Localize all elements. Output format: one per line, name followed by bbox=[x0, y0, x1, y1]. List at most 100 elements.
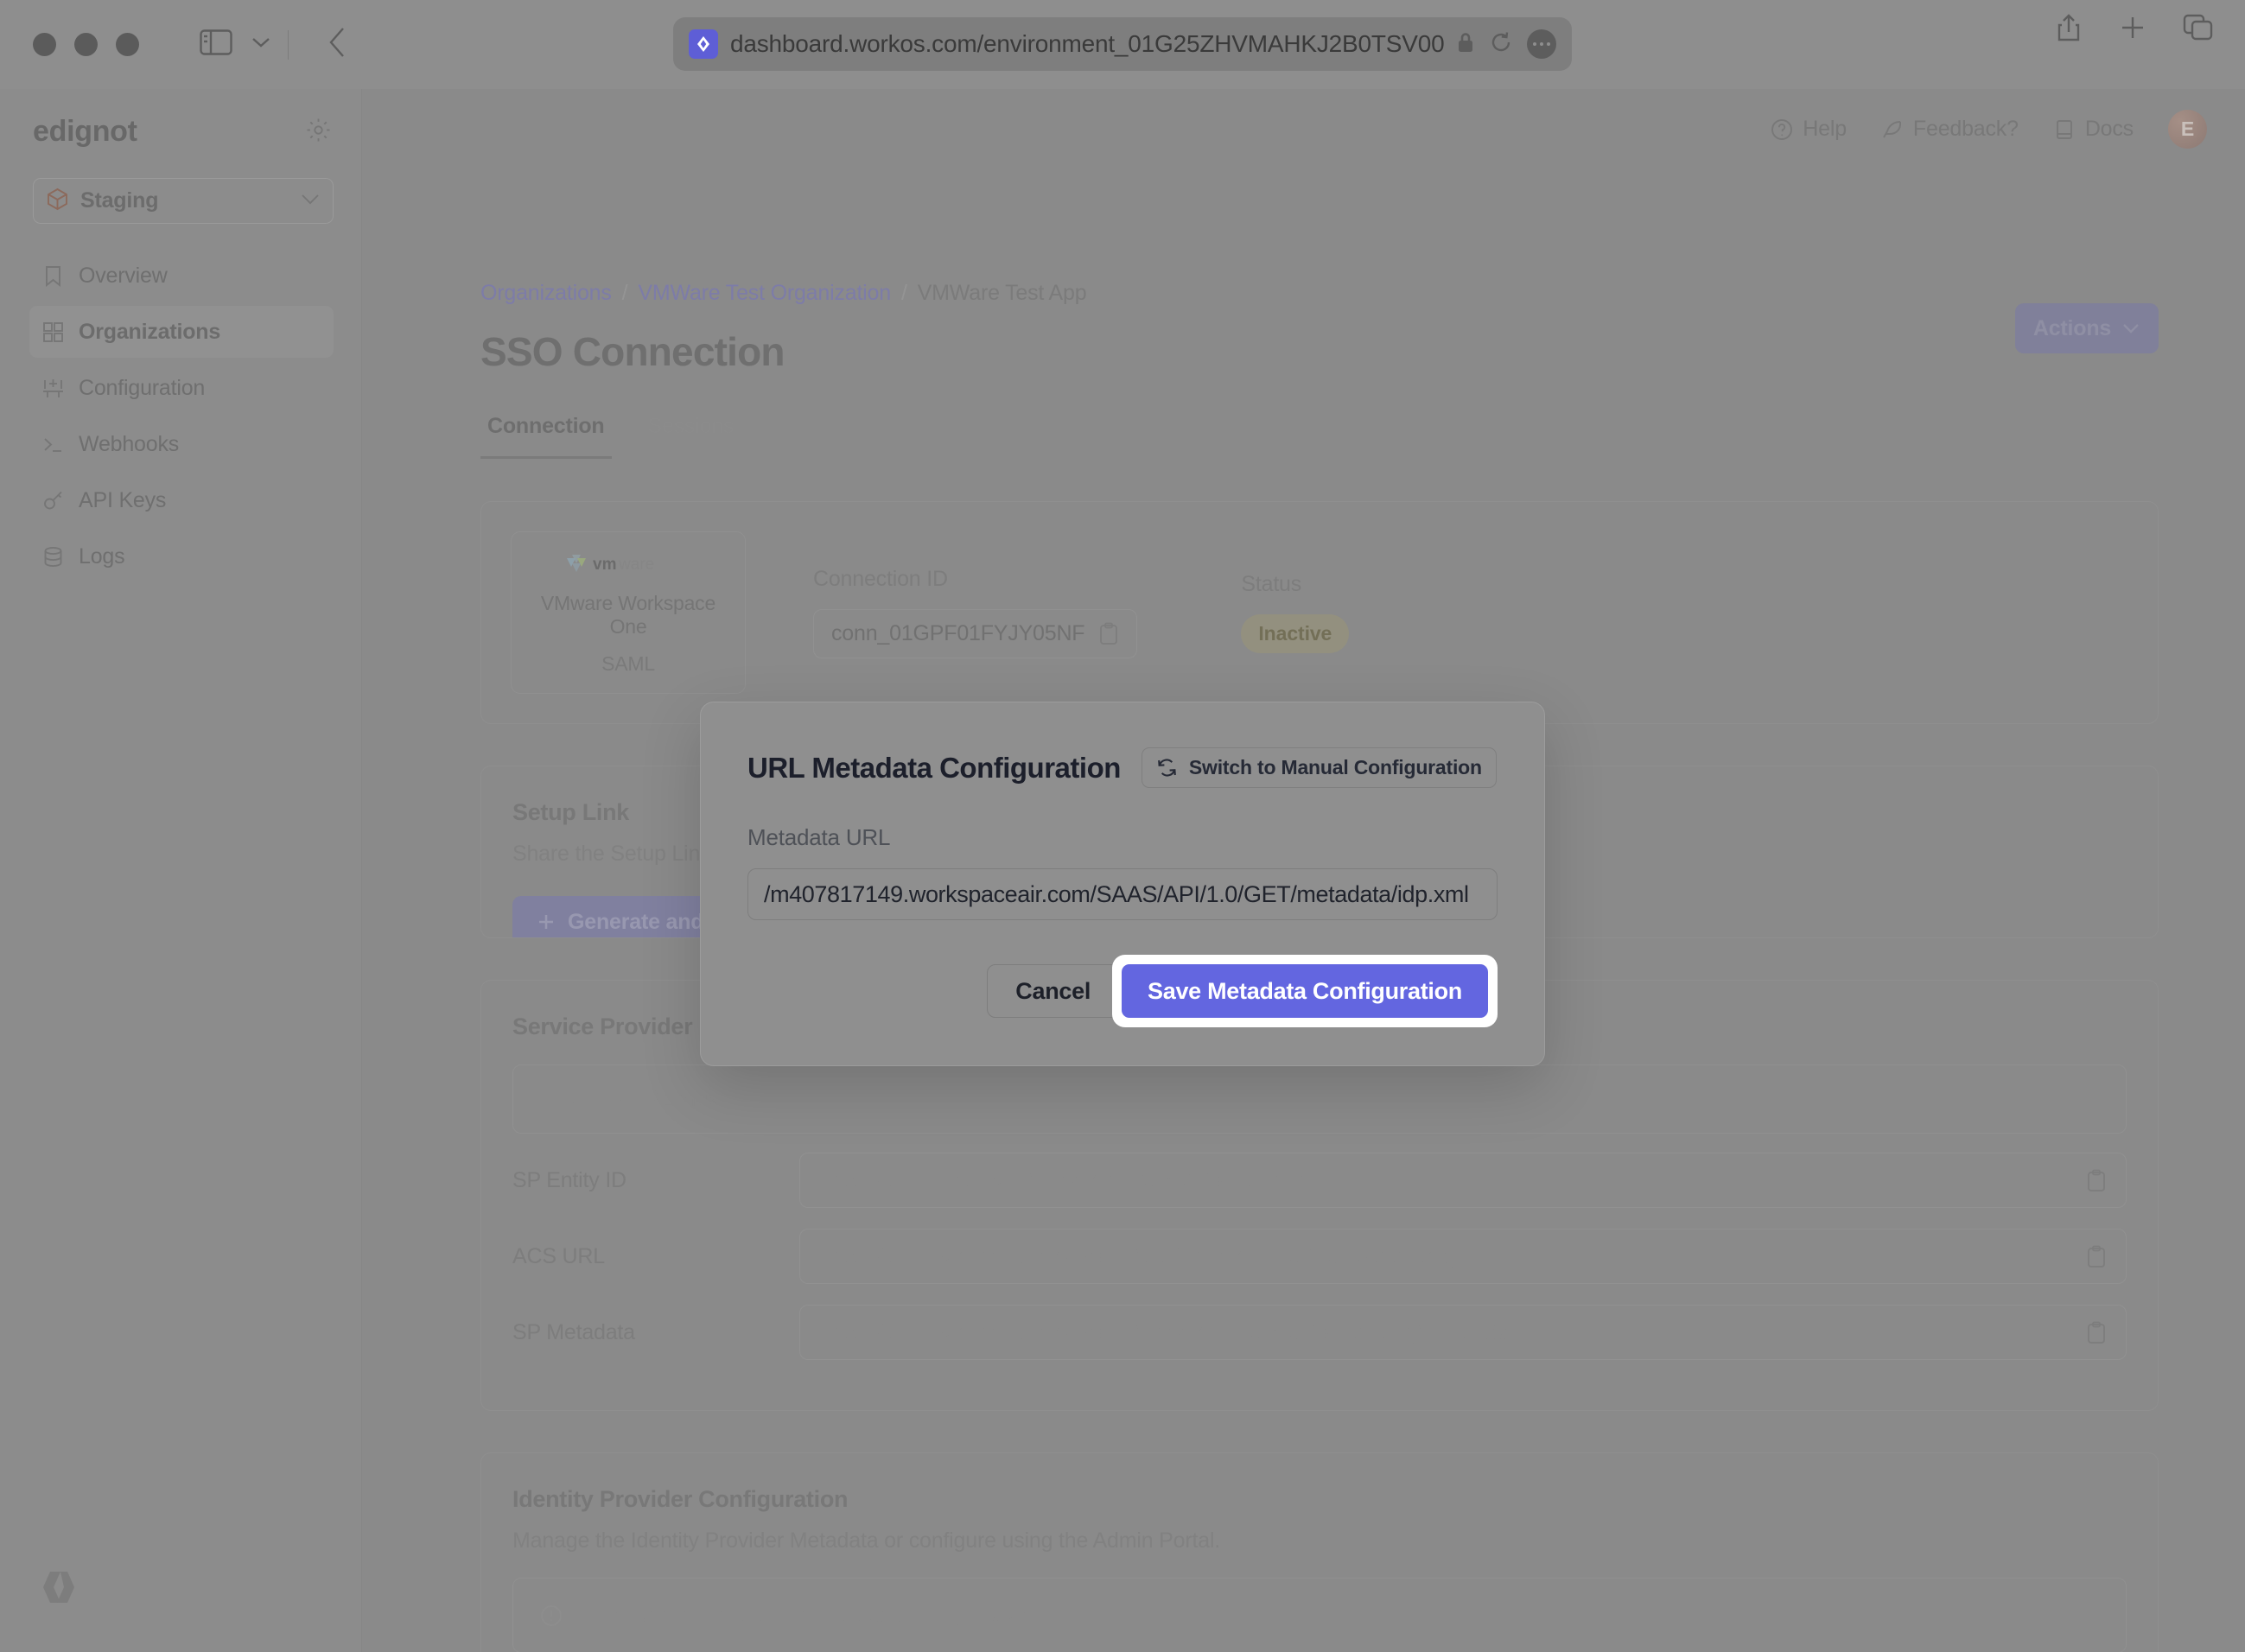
provider-protocol: SAML bbox=[520, 652, 736, 676]
docs-label: Docs bbox=[2085, 117, 2134, 142]
dialog-header: URL Metadata Configuration Switch to Man… bbox=[747, 747, 1498, 788]
window-traffic-lights[interactable] bbox=[33, 33, 139, 56]
connection-id-group: Connection ID conn_01GPF01FYJY05NF bbox=[813, 567, 1137, 658]
minimize-window-button[interactable] bbox=[74, 33, 98, 56]
address-bar[interactable]: dashboard.workos.com/environment_01G25ZH… bbox=[673, 17, 1572, 71]
tab-connection[interactable]: Connection bbox=[480, 414, 612, 459]
dialog-footer: Cancel Save Metadata Configuration bbox=[747, 955, 1498, 1027]
tab-overview-icon[interactable] bbox=[2183, 14, 2214, 46]
identity-provider-description: Manage the Identity Provider Metadata or… bbox=[512, 1528, 2127, 1554]
reload-icon[interactable] bbox=[1489, 30, 1513, 59]
metadata-url-label: Metadata URL bbox=[747, 824, 1498, 851]
sidebar-item-webhooks[interactable]: Webhooks bbox=[29, 418, 334, 470]
browser-toolbar: dashboard.workos.com/environment_01G25ZH… bbox=[0, 0, 2245, 89]
breadcrumb: Organizations / VMWare Test Organization… bbox=[480, 281, 2159, 306]
sidebar-item-label: Webhooks bbox=[79, 432, 179, 457]
sidebar-toggle-icon[interactable] bbox=[200, 29, 232, 60]
site-favicon-icon bbox=[689, 29, 718, 59]
sidebar-item-logs[interactable]: Logs bbox=[29, 531, 334, 582]
clipboard-icon[interactable] bbox=[2086, 1245, 2107, 1268]
help-link[interactable]: Help bbox=[1771, 117, 1847, 142]
toolbar-divider bbox=[288, 30, 289, 60]
sp-field-value[interactable]: https://auth.workos.com/sso/saml/acs/TyA… bbox=[799, 1229, 2127, 1284]
url-metadata-configuration-dialog: URL Metadata Configuration Switch to Man… bbox=[700, 702, 1545, 1066]
sidebar-options-chevron-icon[interactable] bbox=[250, 35, 272, 54]
bookmark-icon bbox=[41, 264, 65, 288]
feedback-label: Feedback? bbox=[1913, 117, 2019, 142]
clipboard-icon[interactable] bbox=[2086, 1321, 2107, 1344]
cube-icon bbox=[46, 187, 69, 215]
share-icon[interactable] bbox=[2055, 12, 2083, 48]
clipboard-icon[interactable] bbox=[2086, 1169, 2107, 1192]
status-label: Status bbox=[1241, 572, 1349, 597]
connection-id-text: conn_01GPF01FYJY05NF bbox=[831, 621, 1084, 646]
sp-field-label: SP Entity ID bbox=[512, 1168, 799, 1193]
page-menu-icon[interactable] bbox=[1527, 29, 1556, 59]
workspace-name: edignot bbox=[33, 115, 137, 149]
avatar[interactable]: E bbox=[2168, 110, 2207, 149]
question-circle-icon bbox=[1771, 118, 1793, 141]
vmware-logo: vm ware bbox=[563, 564, 693, 579]
svg-text:ware: ware bbox=[618, 556, 654, 574]
sidebar-item-configuration[interactable]: Configuration bbox=[29, 362, 334, 414]
save-metadata-configuration-button[interactable]: Save Metadata Configuration bbox=[1122, 964, 1488, 1018]
sp-field-value[interactable]: https://auth.gmail.com/TyAzk4ynIWsY5tb0a… bbox=[799, 1153, 2127, 1208]
docs-link[interactable]: Docs bbox=[2053, 117, 2134, 142]
provider-name: VMware Workspace One bbox=[520, 592, 736, 639]
sidebar-item-label: API Keys bbox=[79, 488, 166, 513]
connection-id-value[interactable]: conn_01GPF01FYJY05NF bbox=[813, 609, 1137, 658]
back-button-icon[interactable] bbox=[327, 26, 349, 63]
sliders-icon bbox=[41, 377, 65, 400]
svg-text:vm: vm bbox=[593, 556, 616, 574]
sidebar-item-label: Configuration bbox=[79, 376, 205, 401]
cancel-button[interactable]: Cancel bbox=[987, 964, 1119, 1018]
top-utility-bar: Help Feedback? Docs E bbox=[1771, 110, 2207, 149]
sp-field-text: https://auth.gmail.com/TyAzk4ynIWsY5tb0a… bbox=[819, 1168, 2086, 1193]
service-provider-fields: SP Entity ID https://auth.gmail.com/TyAz… bbox=[481, 1134, 2158, 1410]
tab-bar: Connection Sessions bbox=[480, 414, 2159, 460]
metadata-required-text: This connection requires metadata config… bbox=[579, 1603, 1038, 1628]
sidebar-nav: Overview Organizations Configuration Web… bbox=[0, 250, 361, 582]
page-title: SSO Connection bbox=[480, 328, 2159, 375]
metadata-url-input[interactable]: /m407817149.workspaceair.com/SAAS/API/1.… bbox=[747, 868, 1498, 920]
feather-icon bbox=[1881, 118, 1904, 141]
connection-id-label: Connection ID bbox=[813, 567, 1137, 592]
sp-metadata-row: SP Metadata https://auth.workos.com/sso/… bbox=[512, 1305, 2127, 1360]
breadcrumb-organization[interactable]: VMWare Test Organization bbox=[638, 281, 891, 306]
sidebar-item-label: Organizations bbox=[79, 320, 220, 345]
acs-url-notice: The ACS URL mus bbox=[512, 1064, 2127, 1134]
environment-selector[interactable]: Staging bbox=[33, 178, 334, 224]
sp-field-value[interactable]: https://auth.workos.com/sso/saml/TyAzk4y… bbox=[799, 1305, 2127, 1360]
new-tab-icon[interactable] bbox=[2119, 14, 2146, 46]
identity-provider-title: Identity Provider Configuration bbox=[512, 1486, 2127, 1513]
help-label: Help bbox=[1803, 117, 1847, 142]
sidebar-item-api-keys[interactable]: API Keys bbox=[29, 474, 334, 526]
clipboard-icon[interactable] bbox=[1098, 622, 1119, 645]
sp-field-text: https://auth.workos.com/sso/saml/acs/TyA… bbox=[819, 1244, 2086, 1269]
switch-to-manual-configuration-button[interactable]: Switch to Manual Configuration bbox=[1142, 747, 1497, 788]
breadcrumb-separator: / bbox=[622, 281, 628, 306]
dialog-title: URL Metadata Configuration bbox=[747, 752, 1121, 785]
grid-icon bbox=[41, 321, 65, 344]
refresh-swap-icon bbox=[1156, 757, 1178, 778]
plus-icon bbox=[537, 912, 556, 931]
maximize-window-button[interactable] bbox=[116, 33, 139, 56]
sp-field-text: https://auth.workos.com/sso/saml/TyAzk4y… bbox=[819, 1320, 2086, 1345]
connection-summary-card: vm ware VMware Workspace One SAML Connec… bbox=[480, 501, 2159, 724]
breadcrumb-organizations[interactable]: Organizations bbox=[480, 281, 612, 306]
feedback-link[interactable]: Feedback? bbox=[1881, 117, 2019, 142]
tab-sessions[interactable]: Sessions bbox=[641, 414, 741, 459]
acs-url-row: ACS URL https://auth.workos.com/sso/saml… bbox=[512, 1229, 2127, 1284]
sidebar-item-overview[interactable]: Overview bbox=[29, 250, 334, 302]
sidebar-item-organizations[interactable]: Organizations bbox=[29, 306, 334, 358]
breadcrumb-app: VMWare Test App bbox=[918, 281, 1087, 306]
identity-provider-card: Identity Provider Configuration Manage t… bbox=[480, 1452, 2159, 1652]
gear-icon[interactable] bbox=[305, 117, 332, 148]
sidebar-item-label: Logs bbox=[79, 544, 124, 569]
status-group: Status Inactive bbox=[1241, 572, 1349, 653]
actions-button[interactable]: Actions bbox=[2015, 303, 2159, 353]
breadcrumb-separator: / bbox=[901, 281, 907, 306]
close-window-button[interactable] bbox=[33, 33, 56, 56]
switch-to-manual-label: Switch to Manual Configuration bbox=[1189, 756, 1482, 779]
provider-box: vm ware VMware Workspace One SAML bbox=[511, 531, 746, 694]
